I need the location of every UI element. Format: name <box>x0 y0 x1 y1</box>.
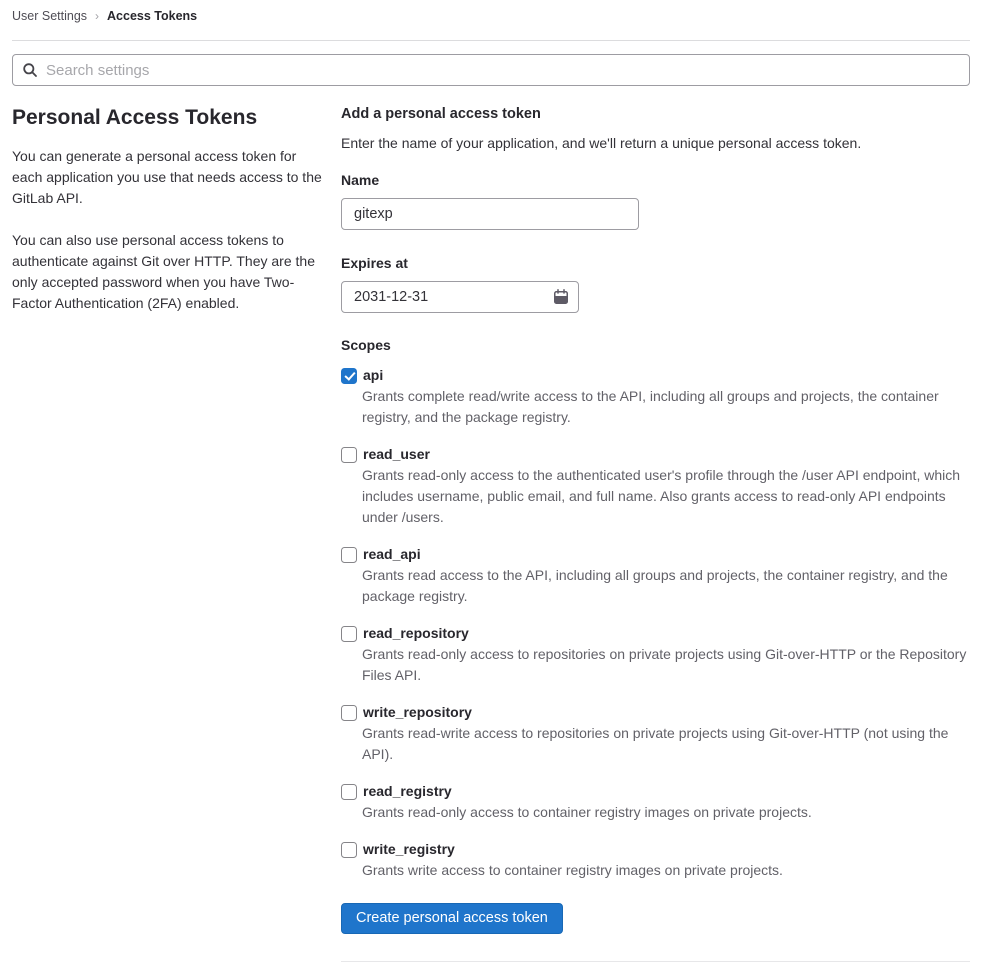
scope-description: Grants write access to container registr… <box>362 862 783 878</box>
content-columns: Personal Access Tokens You can generate … <box>12 104 970 962</box>
scope-header: read_repository <box>341 623 970 644</box>
intro-paragraph-2: You can also use personal access tokens … <box>12 232 315 311</box>
settings-page: User Settings › Access Tokens Personal A… <box>0 0 993 972</box>
scope-label: write_registry <box>363 841 455 857</box>
scope-label: read_user <box>363 446 430 462</box>
scope-header: read_api <box>341 544 970 565</box>
scope-header: write_repository <box>341 702 970 723</box>
name-input[interactable] <box>341 198 639 230</box>
scope-checkbox[interactable] <box>341 704 357 721</box>
scope-description: Grants read-only access to container reg… <box>362 804 812 820</box>
section-description: Personal Access Tokens You can generate … <box>12 104 322 962</box>
scope-item: read_registry Grants read-only access to… <box>341 781 970 823</box>
scope-header: api <box>341 365 970 386</box>
calendar-icon[interactable] <box>553 289 569 305</box>
scope-checkbox[interactable] <box>341 546 357 563</box>
scope-checkbox[interactable] <box>341 841 357 858</box>
scope-item: read_api Grants read access to the API, … <box>341 544 970 607</box>
search-input[interactable] <box>12 54 970 86</box>
form-description: Enter the name of your application, and … <box>341 135 862 151</box>
scope-label: write_repository <box>363 704 472 720</box>
scope-header: read_user <box>341 444 970 465</box>
scope-label: read_api <box>363 546 421 562</box>
create-token-button[interactable]: Create personal access token <box>341 903 563 934</box>
expires-field <box>341 281 579 313</box>
scopes-label: Scopes <box>341 337 391 353</box>
name-label: Name <box>341 172 380 188</box>
chevron-right-icon: › <box>95 9 100 23</box>
scope-item: read_user Grants read-only access to the… <box>341 444 970 528</box>
scope-checkbox[interactable] <box>341 625 357 642</box>
scope-description: Grants read access to the API, including… <box>362 567 948 604</box>
scope-description: Grants read-only access to the authentic… <box>362 467 961 525</box>
scope-item: api Grants complete read/write access to… <box>341 365 970 428</box>
form-heading: Add a personal access token <box>341 106 541 122</box>
scope-header: write_registry <box>341 839 970 860</box>
scope-label: api <box>363 367 384 383</box>
search-icon <box>22 62 38 78</box>
page-title: Personal Access Tokens <box>12 106 258 129</box>
token-form: Add a personal access token Enter the na… <box>341 104 970 962</box>
intro-paragraph-1: You can generate a personal access token… <box>12 148 322 206</box>
scope-description: Grants complete read/write access to the… <box>362 388 939 425</box>
scope-label: read_repository <box>363 625 469 641</box>
scope-item: write_registry Grants write access to co… <box>341 839 970 881</box>
scope-checkbox[interactable] <box>341 446 357 463</box>
scope-checkbox[interactable] <box>341 783 357 800</box>
expires-input[interactable] <box>341 281 579 313</box>
scope-item: write_repository Grants read-write acces… <box>341 702 970 765</box>
scope-checkbox[interactable] <box>341 367 357 384</box>
scope-description: Grants read-write access to repositories… <box>362 725 949 762</box>
breadcrumb: User Settings › Access Tokens <box>12 0 970 41</box>
search-bar <box>12 54 970 86</box>
breadcrumb-access-tokens: Access Tokens <box>107 9 198 23</box>
expires-label: Expires at <box>341 255 408 271</box>
scope-description: Grants read-only access to repositories … <box>362 646 967 683</box>
scope-label: read_registry <box>363 783 452 799</box>
scopes-list: api Grants complete read/write access to… <box>341 365 970 881</box>
scope-header: read_registry <box>341 781 970 802</box>
breadcrumb-user-settings[interactable]: User Settings <box>12 8 87 24</box>
section-divider <box>341 961 970 962</box>
scope-item: read_repository Grants read-only access … <box>341 623 970 686</box>
